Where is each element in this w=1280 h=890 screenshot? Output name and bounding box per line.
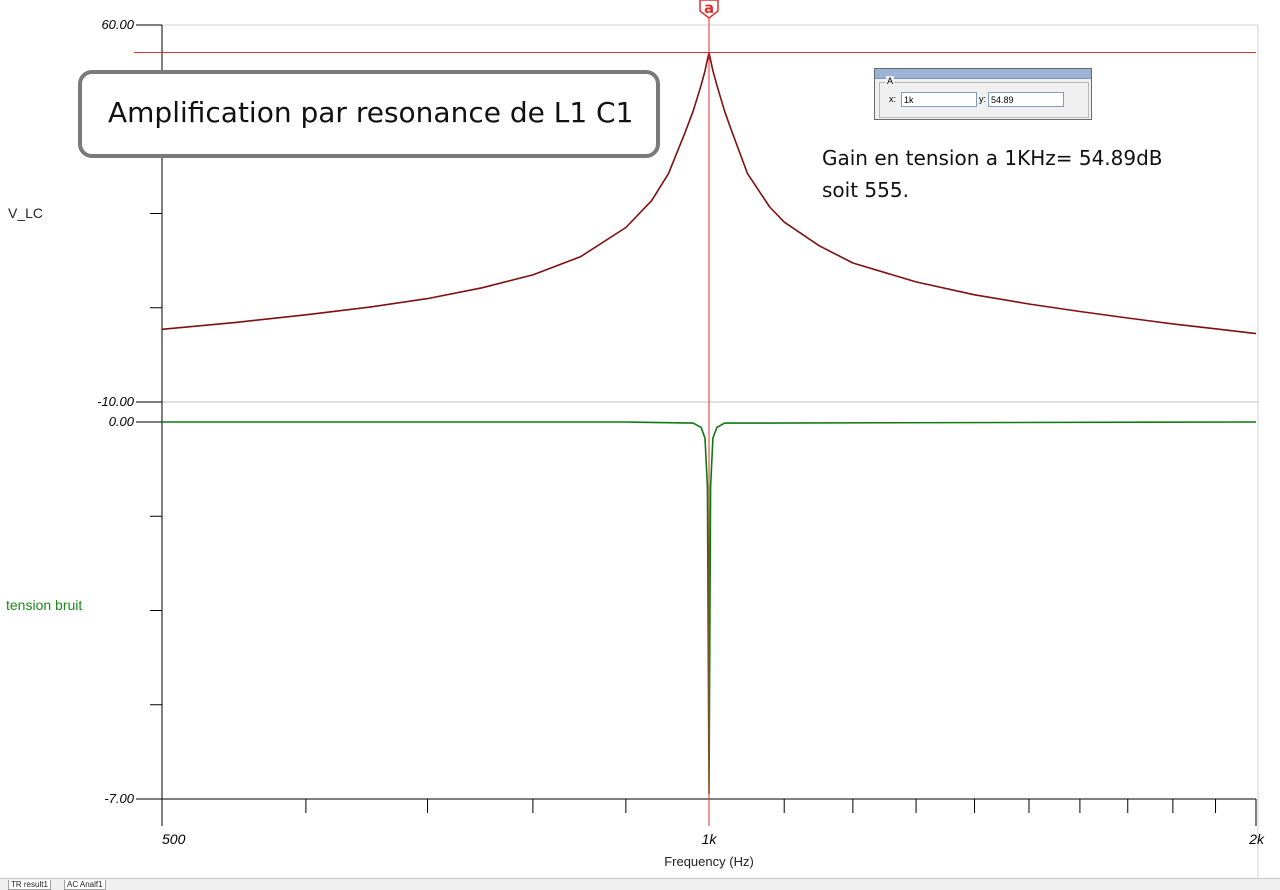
cursor-x-label: x: xyxy=(889,94,897,104)
x-axis-label: Frequency (Hz) xyxy=(664,854,754,869)
x-tick-label: 1k xyxy=(702,831,718,847)
x-tick-label: 500 xyxy=(162,831,186,847)
bottom-ytick-label-max: 0.00 xyxy=(109,414,135,429)
top-ytick-label-min: -10.00 xyxy=(97,394,135,409)
cursor-y-label: y: xyxy=(979,94,987,104)
gain-line-1: Gain en tension a 1KHz= 54.89dB xyxy=(822,146,1163,170)
top-ytick-label-max: 60.00 xyxy=(101,17,134,32)
bottom-y-axis-label: tension bruit xyxy=(6,597,83,613)
cursor-group-a: A x: 1k y: 54.89 xyxy=(879,76,1089,118)
cursor-readout-panel[interactable]: A x: 1k y: 54.89 xyxy=(874,68,1092,120)
cursor-marker-label: a xyxy=(704,0,714,17)
cursor-x-field[interactable]: 1k xyxy=(901,92,977,107)
top-y-axis-label: V_LC xyxy=(8,205,44,221)
cursor-y-field[interactable]: 54.89 xyxy=(988,92,1064,107)
cursor-group-label: A xyxy=(886,76,895,86)
gain-line-2: soit 555. xyxy=(822,178,909,202)
x-tick-label: 2k xyxy=(1248,831,1265,847)
result-tabs: TR result1 AC Analf1 xyxy=(0,878,1280,890)
bottom-ytick-label-min: -7.00 xyxy=(104,791,134,806)
annotation-box: Amplification par resonance de L1 C1 xyxy=(78,70,660,158)
annotation-text: Amplification par resonance de L1 C1 xyxy=(108,96,634,129)
cursor-panel-titlebar[interactable] xyxy=(875,69,1091,79)
gain-annotation: Gain en tension a 1KHz= 54.89dB soit 555… xyxy=(822,142,1163,206)
